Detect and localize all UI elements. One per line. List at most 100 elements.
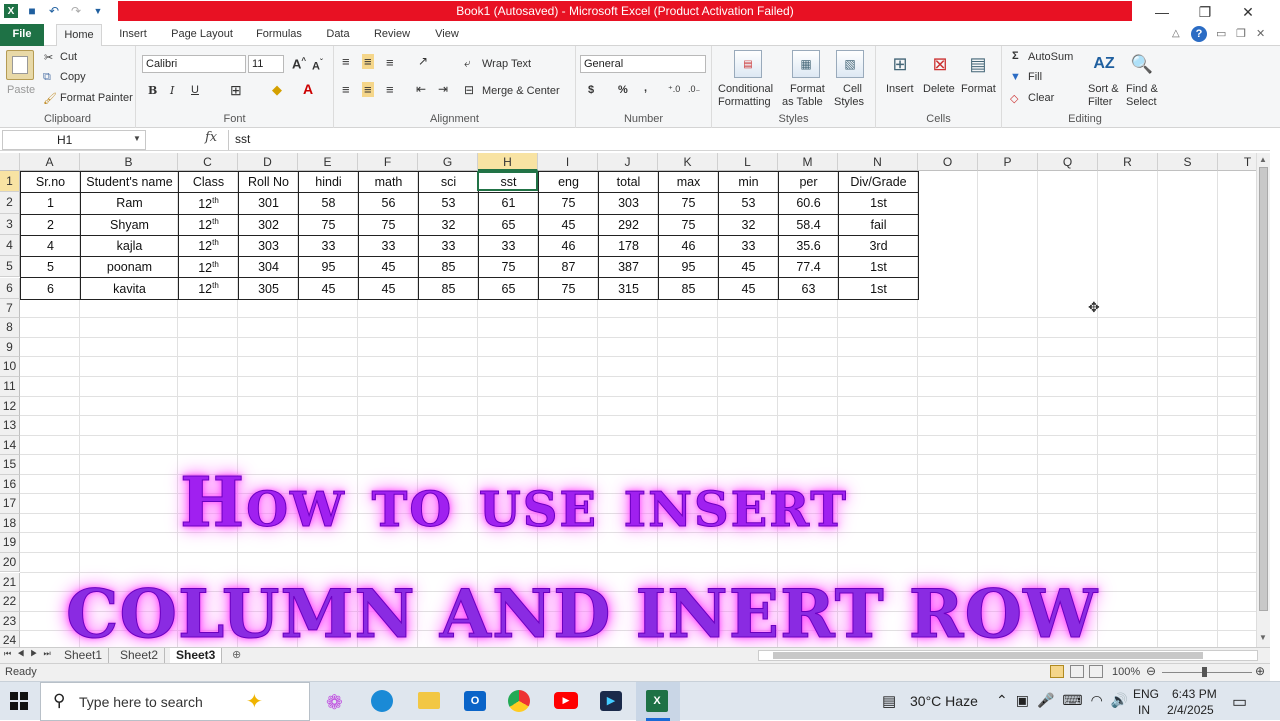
conditional-formatting-icon[interactable]: ▤ — [734, 50, 762, 78]
row-header[interactable]: 4 — [0, 234, 20, 257]
underline-button[interactable]: U — [191, 84, 199, 96]
format-as-table-button-2[interactable]: as Table — [782, 96, 823, 108]
edge-browser-icon[interactable] — [371, 690, 393, 712]
close-button[interactable]: ✕ — [1228, 0, 1268, 24]
paste-icon[interactable] — [6, 50, 34, 80]
help-icon[interactable]: ? — [1191, 26, 1207, 42]
editor-app-icon[interactable]: ▶ — [600, 691, 622, 711]
sort-filter-icon[interactable]: AZ — [1090, 50, 1118, 78]
merge-center-icon[interactable]: ⊟ — [464, 83, 474, 97]
header-cell[interactable]: min — [718, 170, 779, 194]
merge-center-button[interactable]: Merge & Center — [482, 85, 560, 97]
minimize-workbook-icon[interactable]: ▭ — [1216, 27, 1226, 40]
table-cell[interactable]: 303 — [598, 192, 659, 215]
autosum-button[interactable]: AutoSum — [1028, 51, 1073, 63]
table-cell[interactable]: 87 — [538, 256, 599, 279]
table-cell[interactable]: 33 — [418, 234, 479, 258]
zoom-slider[interactable] — [1162, 672, 1252, 673]
worksheet-grid[interactable]: ABCDEFGHIJKLMNOPQRST 1 2 3 4 5 6 7 8 9 10 11 12 13 14… — [0, 153, 1256, 647]
table-cell[interactable]: 58.4 — [778, 213, 839, 236]
youtube-icon[interactable]: ▶ — [554, 692, 578, 709]
table-cell[interactable]: 1st — [838, 277, 919, 300]
autosum-icon[interactable]: Σ — [1012, 50, 1019, 62]
region-indicator[interactable]: IN — [1138, 703, 1150, 717]
row-header[interactable]: 15 — [0, 455, 20, 475]
comma-button[interactable]: , — [644, 82, 647, 94]
table-cell[interactable]: 303 — [238, 234, 299, 258]
format-as-table-icon[interactable]: ▦ — [792, 50, 820, 78]
table-cell[interactable]: 33 — [718, 234, 779, 258]
column-header[interactable]: L — [718, 153, 778, 171]
table-cell[interactable]: 53 — [718, 192, 779, 215]
header-cell[interactable]: total — [598, 170, 659, 194]
table-cell[interactable]: Ram — [80, 192, 179, 215]
header-cell[interactable]: Sr.no — [20, 170, 81, 194]
row-header[interactable]: 22 — [0, 592, 20, 612]
table-cell[interactable]: 32 — [718, 213, 779, 236]
table-cell[interactable]: 302 — [238, 213, 299, 236]
wrap-text-button[interactable]: Wrap Text — [482, 58, 531, 70]
row-header[interactable]: 17 — [0, 494, 20, 514]
table-cell[interactable]: 1st — [838, 192, 919, 215]
row-header[interactable]: 5 — [0, 256, 20, 278]
column-header[interactable]: H — [478, 153, 538, 171]
formula-input[interactable]: sst — [228, 130, 1270, 150]
table-cell[interactable]: 75 — [358, 213, 419, 236]
table-cell[interactable]: 178 — [598, 234, 659, 258]
table-cell[interactable]: 305 — [238, 277, 299, 300]
row-header[interactable]: 9 — [0, 337, 20, 358]
table-cell[interactable]: 53 — [418, 192, 479, 215]
column-header[interactable]: S — [1158, 153, 1218, 171]
save-icon[interactable]: ■ — [24, 3, 40, 19]
notifications-icon[interactable]: ▭ — [1232, 692, 1247, 712]
page-layout-view-icon[interactable] — [1070, 665, 1084, 678]
table-cell[interactable]: 85 — [418, 256, 479, 279]
table-cell[interactable]: 33 — [358, 234, 419, 258]
row-header[interactable]: 10 — [0, 357, 20, 377]
table-cell[interactable]: 4 — [20, 234, 81, 258]
scroll-up-icon[interactable]: ▲ — [1259, 155, 1267, 164]
row-header[interactable]: 13 — [0, 416, 20, 436]
align-middle-icon[interactable]: ≡ — [362, 54, 374, 69]
table-cell[interactable]: 56 — [358, 192, 419, 215]
align-left-icon[interactable]: ≡ — [342, 82, 350, 97]
table-cell[interactable]: 12th — [178, 277, 239, 300]
fill-button[interactable]: Fill — [1028, 71, 1042, 83]
table-cell[interactable]: kajla — [80, 234, 179, 258]
select-all-corner[interactable] — [0, 153, 20, 171]
decrease-indent-icon[interactable]: ⇤ — [416, 82, 426, 96]
row-header[interactable]: 8 — [0, 318, 20, 338]
row-header[interactable]: 16 — [0, 474, 20, 495]
vertical-scroll-thumb[interactable] — [1259, 167, 1268, 611]
column-header[interactable]: M — [778, 153, 838, 171]
format-painter-button[interactable]: Format Painter — [60, 92, 133, 104]
table-cell[interactable]: 45 — [538, 213, 599, 236]
column-header[interactable]: C — [178, 153, 238, 171]
table-cell[interactable]: 63 — [778, 277, 839, 300]
tab-review[interactable]: Review — [368, 24, 416, 46]
sheet-tab-sheet3[interactable]: Sheet3 — [170, 648, 223, 664]
clock-time[interactable]: 6:43 PM — [1172, 687, 1217, 701]
sheet-tab-sheet1[interactable]: Sheet1 — [58, 648, 110, 664]
column-header[interactable]: A — [20, 153, 80, 171]
table-cell[interactable]: 45 — [718, 256, 779, 279]
column-header[interactable]: F — [358, 153, 418, 171]
customize-qat-icon[interactable]: ▼ — [90, 3, 106, 19]
table-cell[interactable]: 75 — [658, 213, 719, 236]
table-cell[interactable]: 301 — [238, 192, 299, 215]
tab-formulas[interactable]: Formulas — [250, 24, 308, 46]
table-cell[interactable]: 2 — [20, 213, 81, 236]
name-box[interactable]: H1 — [2, 130, 146, 150]
outlook-icon[interactable]: O — [464, 691, 486, 711]
table-cell[interactable]: 75 — [478, 256, 539, 279]
weather-text[interactable]: 30°C Haze — [910, 693, 978, 709]
table-cell[interactable]: 46 — [538, 234, 599, 258]
increase-indent-icon[interactable]: ⇥ — [438, 82, 448, 96]
column-header[interactable]: K — [658, 153, 718, 171]
table-cell[interactable]: 85 — [418, 277, 479, 300]
copilot-icon[interactable]: ❁ — [326, 690, 343, 715]
language-indicator[interactable]: ENG — [1133, 687, 1159, 701]
delete-cells-icon[interactable]: ⊠ — [926, 50, 954, 78]
table-cell[interactable]: 77.4 — [778, 256, 839, 279]
row-header[interactable]: 6 — [0, 277, 20, 299]
